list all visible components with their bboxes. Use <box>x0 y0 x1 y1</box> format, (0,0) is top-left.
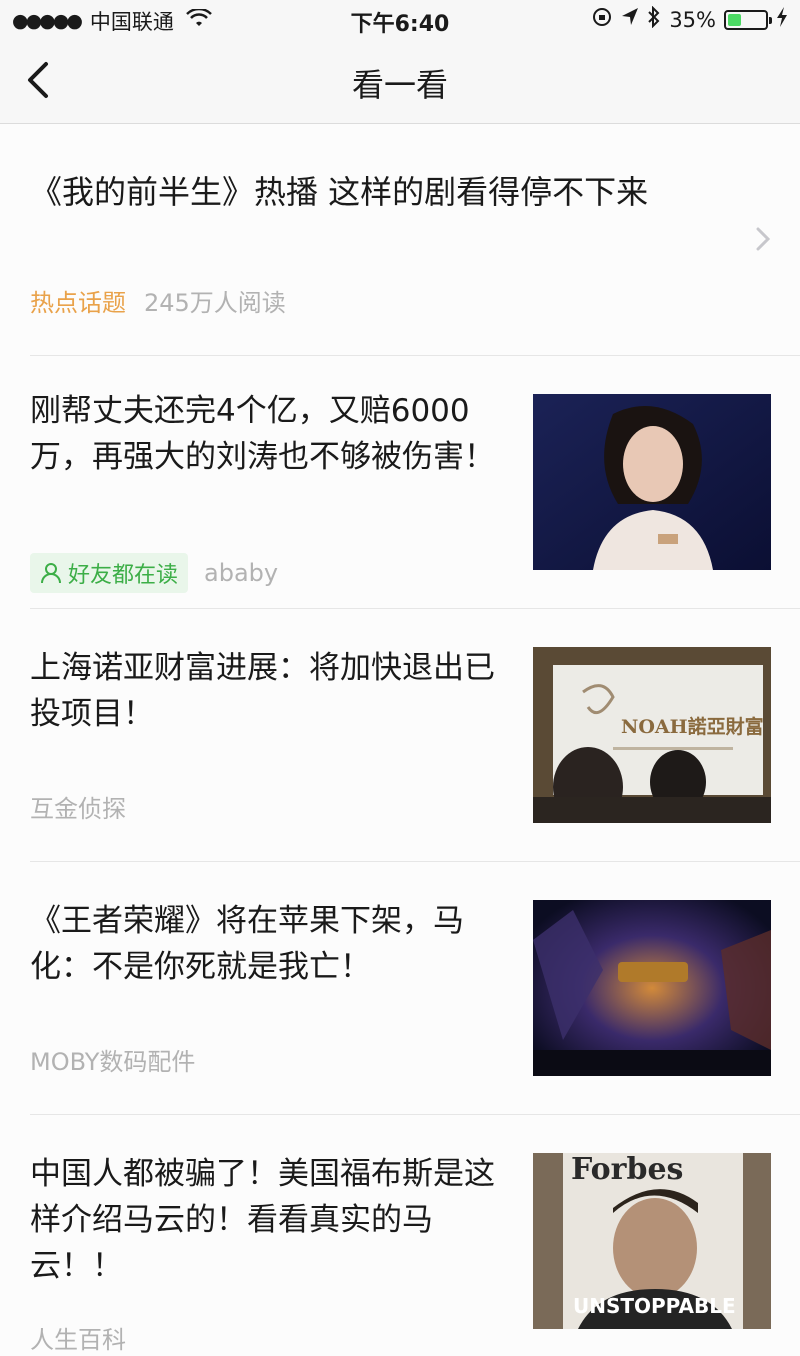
article-source: 人生百科 <box>30 1326 126 1354</box>
page-title: 看一看 <box>351 66 448 104</box>
article-source: 互金侦探 <box>30 795 126 823</box>
magazine-cover-image: Forbes UNSTOPPABLE <box>533 1153 771 1329</box>
chevron-right-icon <box>756 227 771 251</box>
badge-label: 好友都在读 <box>68 563 179 588</box>
battery-percent: 35% <box>669 7 716 32</box>
article-thumbnail[interactable]: NOAH諾亞財富 <box>533 647 771 823</box>
rotation-lock-icon <box>591 6 613 33</box>
conference-image: NOAH諾亞財富 <box>533 647 771 823</box>
battery-level <box>728 13 741 26</box>
article-source: ababy <box>204 559 279 587</box>
friends-reading-badge: 好友都在读 <box>30 553 189 593</box>
charging-icon <box>776 6 788 33</box>
article-title[interactable]: 刚帮丈夫还完4个亿，又赔6000万，再强大的刘涛也不够被伤害！ <box>30 388 510 480</box>
status-bar: ●●●●● 中国联通 下午6:40 35% <box>0 0 800 40</box>
article-title[interactable]: 上海诺亚财富进展：将加快退出已投项目！ <box>30 645 510 737</box>
bluetooth-icon <box>647 5 661 33</box>
person-icon <box>41 563 61 584</box>
article-thumbnail[interactable]: Forbes UNSTOPPABLE <box>533 1153 771 1329</box>
thumbnail-logo-text: NOAH諾亞財富 <box>621 715 764 738</box>
list-item[interactable]: 上海诺亚财富进展：将加快退出已投项目！ 互金侦探 NOAH諾亞財富 <box>30 609 800 862</box>
article-title[interactable]: 《王者荣耀》将在苹果下架，马化：不是你死就是我亡！ <box>30 898 510 990</box>
magazine-headline: UNSTOPPABLE <box>573 1294 736 1318</box>
article-thumbnail[interactable] <box>533 900 771 1076</box>
list-item[interactable]: 刚帮丈夫还完4个亿，又赔6000万，再强大的刘涛也不够被伤害！ 好友都在读 ab… <box>30 356 800 609</box>
list-item[interactable]: 中国人都被骗了！美国福布斯是这样介绍马云的！看看真实的马云！！ 人生百科 For… <box>30 1115 800 1356</box>
hot-topic-title[interactable]: 《我的前半生》热播 这样的剧看得停不下来 <box>30 167 648 213</box>
game-art-image <box>533 900 771 1076</box>
article-feed[interactable]: 《我的前半生》热播 这样的剧看得停不下来 热点话题 245万人阅读 刚帮丈夫还完… <box>0 125 800 1356</box>
magazine-masthead: Forbes <box>571 1153 683 1187</box>
location-icon <box>621 7 639 32</box>
read-count: 245万人阅读 <box>144 289 286 317</box>
article-thumbnail[interactable] <box>533 394 771 570</box>
hot-topic-tag: 热点话题 <box>30 289 126 317</box>
article-title[interactable]: 中国人都被骗了！美国福布斯是这样介绍马云的！看看真实的马云！！ <box>30 1151 510 1289</box>
hot-topic-card[interactable]: 《我的前半生》热播 这样的剧看得停不下来 热点话题 245万人阅读 <box>30 125 800 356</box>
article-source: MOBY数码配件 <box>30 1048 196 1076</box>
battery-icon <box>724 9 772 30</box>
nav-bar: 看一看 <box>0 40 800 124</box>
portrait-image <box>533 394 771 570</box>
list-item[interactable]: 《王者荣耀》将在苹果下架，马化：不是你死就是我亡！ MOBY数码配件 <box>30 862 800 1115</box>
